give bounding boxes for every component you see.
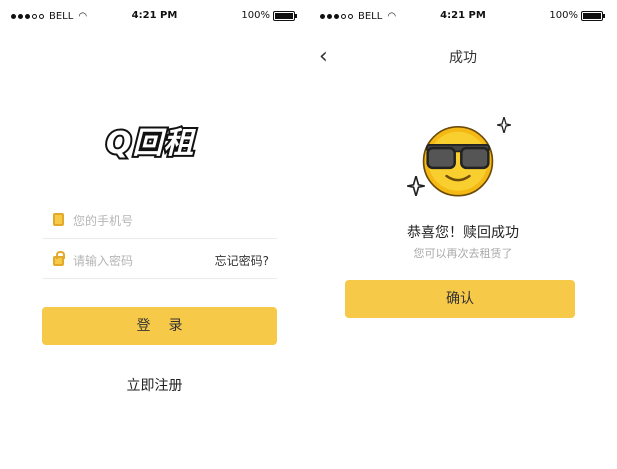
battery-percent: 100%	[549, 10, 578, 21]
page-title: 成功	[449, 50, 477, 66]
phone-input-placeholder[interactable]: 您的手机号	[73, 212, 133, 229]
forgot-password-link[interactable]: 忘记密码?	[215, 252, 269, 269]
password-input-placeholder[interactable]: 请输入密码	[73, 252, 133, 269]
success-screen: BELL ◠ 4:21 PM 100% ‹ 成功 恭喜您！赎回成功 您可以再次去…	[309, 0, 617, 469]
cool-sunglasses-emoji-icon	[422, 126, 494, 197]
app-logo: Q回租	[104, 124, 196, 163]
phone-icon	[53, 213, 64, 226]
status-bar: BELL ◠ 4:21 PM 100%	[0, 8, 309, 26]
login-screen: BELL ◠ 4:21 PM 100% Q回租 您的手机号 请输入密码 忘记密码…	[0, 0, 309, 469]
login-button[interactable]: 登录	[42, 307, 277, 345]
lock-icon	[53, 251, 65, 266]
register-link[interactable]: 立即注册	[0, 375, 309, 395]
phone-field[interactable]: 您的手机号	[42, 200, 277, 239]
battery-icon	[581, 10, 605, 21]
battery-icon	[273, 10, 297, 21]
password-field[interactable]: 请输入密码 忘记密码?	[42, 240, 277, 279]
status-bar: BELL ◠ 4:21 PM 100%	[309, 8, 617, 26]
confirm-button[interactable]: 确认	[345, 280, 575, 318]
battery-percent: 100%	[241, 10, 270, 21]
success-message: 恭喜您！赎回成功	[407, 225, 519, 241]
success-submessage: 您可以再次去租赁了	[413, 247, 513, 260]
sparkle-icon	[497, 117, 511, 133]
sparkle-icon	[407, 176, 425, 196]
